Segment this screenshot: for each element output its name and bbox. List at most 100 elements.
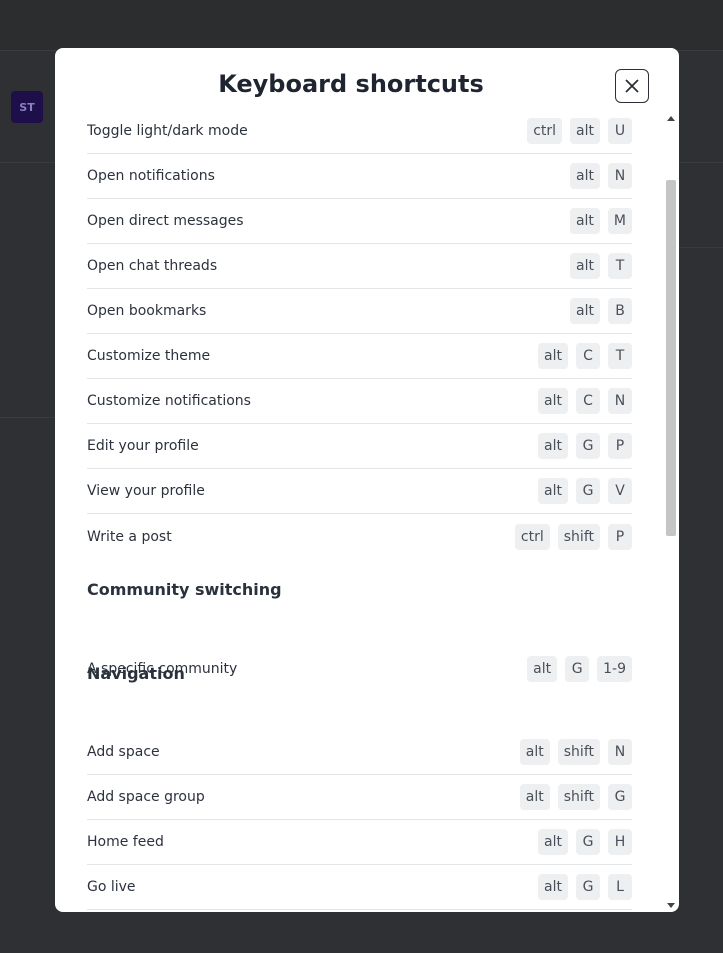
key-cap: G (565, 655, 590, 682)
shortcut-label: Edit your profile (87, 438, 199, 454)
key-cap: ctrl (527, 118, 563, 144)
key-cap: alt (538, 343, 568, 369)
key-cap: alt (527, 655, 558, 682)
key-cap: G (576, 874, 600, 900)
modal-title: Keyboard shortcuts (218, 70, 484, 98)
shortcut-row-add-space: Add space alt shift N (87, 730, 632, 775)
key-cap: N (608, 163, 632, 189)
key-cap: B (608, 298, 632, 324)
shortcut-keys: alt shift N (519, 739, 632, 765)
key-cap: H (608, 829, 632, 855)
key-cap: alt (538, 388, 568, 414)
shortcut-keys: alt T (570, 253, 632, 279)
key-cap: T (608, 253, 632, 279)
key-cap: 1-9 (597, 655, 632, 682)
key-cap: G (576, 433, 600, 459)
shortcut-label: Open direct messages (87, 213, 244, 229)
shortcut-keys: alt M (569, 208, 632, 234)
key-cap: alt (538, 874, 568, 900)
key-cap: P (608, 433, 632, 459)
shortcut-label: View your profile (87, 483, 205, 499)
shortcut-keys: alt G H (538, 829, 632, 855)
background-top-bar (0, 0, 723, 51)
scroll-up-arrow-icon[interactable] (667, 116, 675, 121)
key-cap: N (608, 739, 632, 765)
shortcut-keys: alt C T (538, 343, 632, 369)
key-cap: alt (538, 433, 568, 459)
key-cap: G (576, 478, 600, 504)
close-button[interactable] (615, 69, 649, 103)
shortcut-row-home-feed: Home feed alt G H (87, 820, 632, 865)
shortcut-row-open-chat-threads: Open chat threads alt T (87, 244, 632, 289)
key-cap: C (576, 388, 600, 414)
shortcut-row-view-your-profile: View your profile alt G V (87, 469, 632, 514)
shortcut-keys: alt shift G (519, 784, 632, 810)
key-cap: P (608, 523, 632, 550)
shortcut-label: Customize theme (87, 348, 211, 364)
shortcut-row-open-notifications: Open notifications alt N (87, 154, 632, 199)
key-cap: ctrl (514, 523, 550, 550)
key-cap: U (608, 118, 632, 144)
key-cap: shift (557, 739, 600, 765)
shortcut-row-toggle-light-dark-mode: Toggle light/dark mode ctrl alt U (87, 109, 632, 154)
key-cap: alt (519, 784, 550, 810)
key-cap: L (608, 874, 632, 900)
shortcut-label: Open chat threads (87, 258, 218, 274)
key-cap: alt (538, 829, 568, 855)
section-heading-navigation: Navigation (87, 664, 185, 683)
shortcut-keys: alt G P (538, 433, 632, 459)
shortcuts-list[interactable]: Toggle light/dark mode ctrl alt U Open notif… (87, 109, 632, 912)
shortcut-keys: alt C N (538, 388, 632, 414)
background-panel (679, 162, 723, 248)
shortcut-row-customize-theme: Customize theme alt C T (87, 334, 632, 379)
shortcut-keys: ctrl alt U (527, 118, 632, 144)
shortcut-row-open-bookmarks: Open bookmarks alt B (87, 289, 632, 334)
shortcut-keys: alt G L (538, 874, 632, 900)
key-cap: M (607, 208, 632, 234)
shortcut-label: Open notifications (87, 168, 215, 184)
shortcut-label: Write a post (87, 528, 172, 545)
key-cap: G (608, 784, 632, 810)
key-cap: T (608, 343, 632, 369)
key-cap: alt (570, 163, 600, 189)
key-cap: alt (519, 739, 550, 765)
shortcut-row-customize-notifications: Customize notifications alt C N (87, 379, 632, 424)
key-cap: alt (569, 208, 600, 234)
shortcut-keys: ctrl shift P (514, 523, 632, 550)
shortcut-label: Open bookmarks (87, 303, 207, 319)
key-cap: shift (557, 523, 600, 550)
shortcut-keys: alt N (570, 163, 632, 189)
shortcut-row-member-directory: Member directoryaltGM (87, 910, 632, 912)
shortcut-label: Go live (87, 879, 136, 895)
shortcut-keys: alt G 1-9 (527, 655, 632, 682)
shortcut-keys: alt G V (538, 478, 632, 504)
shortcut-row-go-live: Go live alt G L (87, 865, 632, 910)
background-divider (0, 417, 55, 418)
shortcut-row-write-a-post: Write a post ctrl shift P (87, 514, 632, 559)
key-cap: C (576, 343, 600, 369)
shortcut-label: Home feed (87, 834, 164, 850)
scrollbar-thumb[interactable] (666, 180, 676, 536)
key-cap: alt (570, 253, 600, 279)
key-cap: alt (570, 298, 600, 324)
shortcut-label: Toggle light/dark mode (87, 123, 248, 139)
close-icon (625, 79, 639, 93)
shortcut-keys: alt B (570, 298, 632, 324)
shortcut-row-add-space-group: Add space group alt shift G (87, 775, 632, 820)
scroll-down-arrow-icon[interactable] (667, 903, 675, 908)
key-cap: alt (538, 478, 568, 504)
key-cap: G (576, 829, 600, 855)
shortcut-label: Customize notifications (87, 393, 251, 409)
key-cap: alt (570, 118, 600, 144)
key-cap: N (608, 388, 632, 414)
key-cap: shift (557, 784, 600, 810)
shortcut-label: Add space group (87, 789, 205, 805)
section-heading-community: Community switching (87, 580, 282, 599)
shortcut-label: Add space (87, 744, 160, 760)
community-avatar: ST (11, 91, 43, 123)
shortcut-row-open-direct-messages: Open direct messages alt M (87, 199, 632, 244)
shortcut-row-edit-your-profile: Edit your profile alt G P (87, 424, 632, 469)
keyboard-shortcuts-modal: Keyboard shortcuts Toggle light/dark mod… (55, 48, 679, 912)
scrollbar[interactable] (665, 112, 679, 912)
key-cap: V (608, 478, 632, 504)
